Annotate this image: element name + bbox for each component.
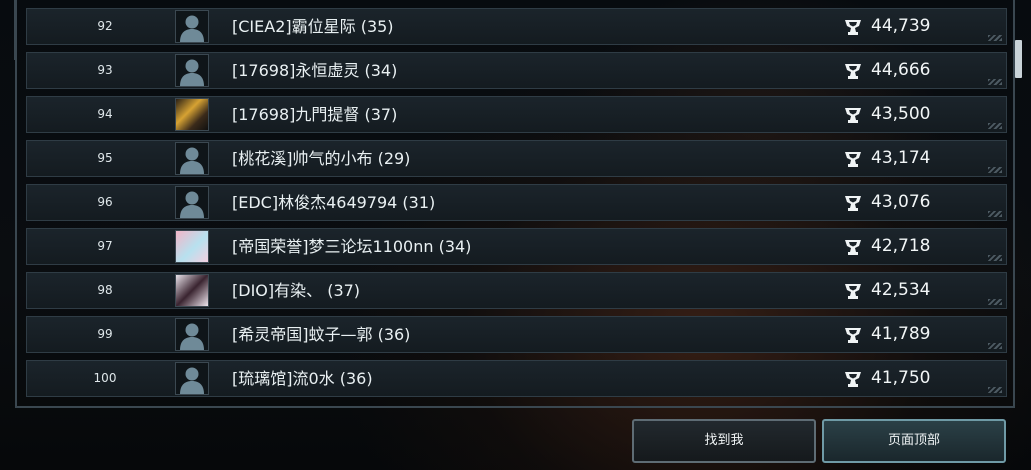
user-silhouette-icon xyxy=(176,11,208,42)
rank-number: 93 xyxy=(97,63,113,77)
score-value: 42,534 xyxy=(871,280,931,300)
avatar xyxy=(175,98,209,131)
trophy-icon xyxy=(843,325,863,345)
score-value: 41,789 xyxy=(871,324,931,344)
scrollbar-thumb[interactable] xyxy=(1015,40,1022,78)
player-name: [17698]九門提督 (37) xyxy=(232,105,398,124)
scrollbar[interactable] xyxy=(1013,0,1025,408)
rank-number: 94 xyxy=(97,107,113,121)
find-me-button[interactable]: 找到我 xyxy=(632,419,816,463)
avatar xyxy=(175,54,209,87)
player-name: [CIEA2]霸位星际 (35) xyxy=(232,17,394,36)
avatar xyxy=(175,362,209,395)
user-silhouette-icon xyxy=(176,143,208,174)
score-value: 43,174 xyxy=(871,148,931,168)
user-silhouette-icon xyxy=(176,319,208,350)
player-name: [桃花溪]帅气的小布 (29) xyxy=(232,149,411,168)
score-value: 41,750 xyxy=(871,368,931,388)
leaderboard-row[interactable]: 97 [帝国荣誉]梦三论坛1100nn (34) 42,718 xyxy=(26,228,1007,265)
leaderboard-row[interactable]: 98 [DIO]有染、 (37) 42,534 xyxy=(26,272,1007,309)
trophy-icon xyxy=(843,193,863,213)
rank-number: 95 xyxy=(97,151,113,165)
trophy-icon xyxy=(843,369,863,389)
player-name: [DIO]有染、 (37) xyxy=(232,281,361,300)
user-silhouette-icon xyxy=(176,363,208,394)
trophy-icon xyxy=(843,17,863,37)
leaderboard-row[interactable]: 92 [CIEA2]霸位星际 (35) 44,739 xyxy=(26,8,1007,45)
trophy-icon xyxy=(843,61,863,81)
avatar xyxy=(175,230,209,263)
score-value: 43,500 xyxy=(871,104,931,124)
avatar xyxy=(175,186,209,219)
player-name: [希灵帝国]蚊子—郭 (36) xyxy=(232,325,411,344)
score-value: 43,076 xyxy=(871,192,931,212)
avatar xyxy=(175,142,209,175)
rank-number: 99 xyxy=(97,327,113,341)
rank-number: 96 xyxy=(97,195,113,209)
player-name: [17698]永恒虚灵 (34) xyxy=(232,61,398,80)
trophy-icon xyxy=(843,105,863,125)
score-value: 42,718 xyxy=(871,236,931,256)
trophy-icon xyxy=(843,237,863,257)
rank-number: 97 xyxy=(97,239,113,253)
player-name: [帝国荣誉]梦三论坛1100nn (34) xyxy=(232,237,472,256)
player-name: [琉璃馆]流0水 (36) xyxy=(232,369,373,388)
avatar xyxy=(175,318,209,351)
avatar xyxy=(175,274,209,307)
trophy-icon xyxy=(843,281,863,301)
page-top-button[interactable]: 页面顶部 xyxy=(822,419,1006,463)
player-name: [EDC]林俊杰4649794 (31) xyxy=(232,193,436,212)
score-value: 44,739 xyxy=(871,16,931,36)
leaderboard-row[interactable]: 96 [EDC]林俊杰4649794 (31) 43,076 xyxy=(26,184,1007,221)
panel-edge-ornament xyxy=(8,0,16,60)
leaderboard-row[interactable]: 94 [17698]九門提督 (37) 43,500 xyxy=(26,96,1007,133)
user-silhouette-icon xyxy=(176,55,208,86)
trophy-icon xyxy=(843,149,863,169)
rank-number: 100 xyxy=(93,371,117,385)
score-value: 44,666 xyxy=(871,60,931,80)
avatar xyxy=(175,10,209,43)
leaderboard-row[interactable]: 93 [17698]永恒虚灵 (34) 44,666 xyxy=(26,52,1007,89)
rank-number: 98 xyxy=(97,283,113,297)
rank-number: 92 xyxy=(97,19,113,33)
user-silhouette-icon xyxy=(176,187,208,218)
leaderboard-row[interactable]: 100 [琉璃馆]流0水 (36) 41,750 xyxy=(26,360,1007,397)
leaderboard-row[interactable]: 95 [桃花溪]帅气的小布 (29) 43,174 xyxy=(26,140,1007,177)
leaderboard-row[interactable]: 99 [希灵帝国]蚊子—郭 (36) 41,789 xyxy=(26,316,1007,353)
